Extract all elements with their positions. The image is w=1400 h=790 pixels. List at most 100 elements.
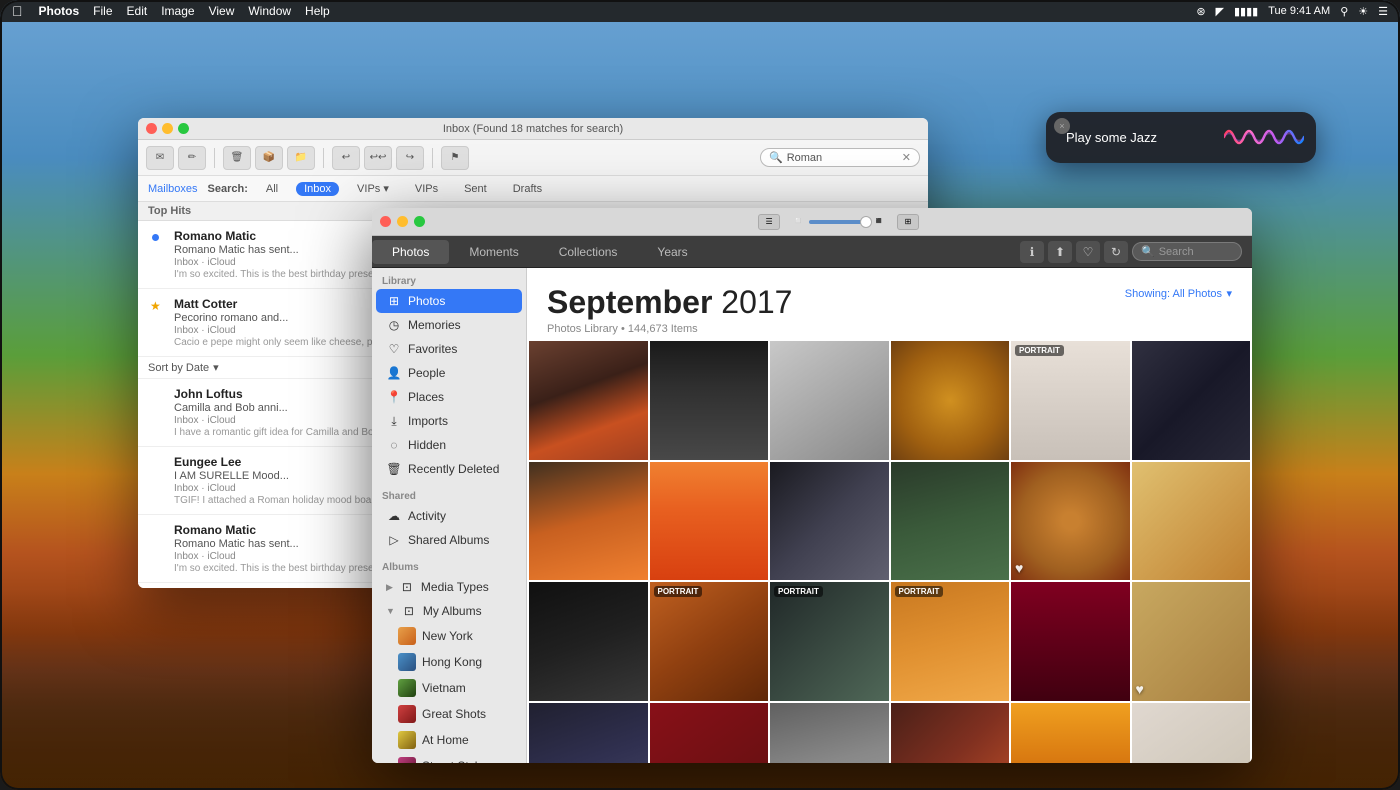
slider-track[interactable] (809, 220, 869, 224)
tab-collections[interactable]: Collections (539, 240, 638, 264)
photo-cell[interactable]: ♥ (891, 703, 1010, 764)
clear-search-button[interactable]: ✕ (902, 151, 911, 164)
photo-cell[interactable] (529, 462, 648, 581)
reply-button[interactable]: ↩ (332, 146, 360, 170)
move-button[interactable]: 📁 (287, 146, 315, 170)
photo-cell[interactable] (1132, 341, 1251, 460)
menubar-image[interactable]: Image (161, 4, 194, 18)
album-thumb-new-york (398, 627, 416, 645)
rotate-button[interactable]: ↻ (1104, 241, 1128, 263)
photo-cell[interactable] (650, 341, 769, 460)
reply-all-button[interactable]: ↩↩ (364, 146, 392, 170)
photo-cell[interactable]: ♥ (1011, 462, 1130, 581)
menubar-window[interactable]: Window (248, 4, 291, 18)
photo-cell[interactable]: portrait (650, 582, 769, 701)
menubar-file[interactable]: File (93, 4, 112, 18)
tab-photos[interactable]: Photos (372, 240, 449, 264)
delete-button[interactable]: 🗑 (223, 146, 251, 170)
photos-minimize-button[interactable] (397, 216, 408, 227)
maximize-button[interactable] (178, 123, 189, 134)
showing-label[interactable]: Showing: All Photos (1125, 288, 1222, 300)
sidebar-item-recently-deleted[interactable]: 🗑 Recently Deleted (376, 457, 522, 481)
share-button[interactable]: ⬆ (1048, 241, 1072, 263)
sidebar-item-places[interactable]: 📍 Places (376, 385, 522, 409)
photos-search-placeholder[interactable]: Search (1159, 246, 1194, 258)
photo-cell[interactable]: portrait (891, 582, 1010, 701)
photo-cell[interactable]: portrait (1011, 341, 1130, 460)
sidebar-item-hidden[interactable]: ◌ Hidden (376, 433, 522, 457)
sidebar-item-new-york[interactable]: New York (376, 623, 522, 649)
sidebar-item-photos[interactable]: ⊞ Photos (376, 289, 522, 313)
tab-moments[interactable]: Moments (449, 240, 538, 264)
menubar-edit[interactable]: Edit (127, 4, 148, 18)
archive-button[interactable]: 📦 (255, 146, 283, 170)
photo-cell[interactable] (1132, 703, 1251, 764)
mail-search-value[interactable]: Roman (787, 152, 822, 164)
photos-close-button[interactable] (380, 216, 391, 227)
forward-button[interactable]: ↪ (396, 146, 424, 170)
sidebar-item-shared-albums[interactable]: ▷ Shared Albums (376, 528, 522, 552)
menubar-view[interactable]: View (209, 4, 235, 18)
photo-cell[interactable] (529, 703, 648, 764)
photo-cell[interactable] (529, 341, 648, 460)
photo-cell[interactable] (770, 462, 889, 581)
sidebar-toggle-button[interactable]: ☰ (758, 214, 780, 230)
photo-cell[interactable]: portrait (770, 582, 889, 701)
filter-sent[interactable]: VIPs (407, 182, 446, 196)
apple-logo-icon[interactable]:  (12, 3, 23, 19)
user-icon[interactable]: ☀ (1358, 5, 1368, 18)
photo-cell[interactable] (891, 341, 1010, 460)
filter-vips[interactable]: VIPs ▾ (349, 181, 397, 196)
sidebar-item-activity[interactable]: ☁ Activity (376, 504, 522, 528)
photo-cell[interactable] (1011, 582, 1130, 701)
filter-flagged[interactable]: Drafts (505, 182, 550, 196)
photo-cell[interactable] (1011, 703, 1130, 764)
sidebar-item-my-albums[interactable]: ▼ ⊡ My Albums (376, 599, 522, 623)
heart-button[interactable]: ♡ (1076, 241, 1100, 263)
sidebar-item-hidden-label: Hidden (408, 438, 446, 452)
filter-all[interactable]: All (258, 182, 286, 196)
photo-cell[interactable] (770, 703, 889, 764)
sidebar-item-memories[interactable]: ◷ Memories (376, 313, 522, 337)
close-button[interactable] (146, 123, 157, 134)
sidebar-item-great-shots[interactable]: Great Shots (376, 701, 522, 727)
sort-label[interactable]: Sort by Date (148, 362, 209, 374)
minimize-button[interactable] (162, 123, 173, 134)
sidebar-item-imports[interactable]: ⤓ Imports (376, 409, 522, 433)
sidebar-item-media-types[interactable]: ▶ ⊡ Media Types (376, 575, 522, 599)
photo-cell[interactable] (650, 703, 769, 764)
slider-thumb[interactable] (860, 216, 872, 228)
menubar-app-name[interactable]: Photos (39, 4, 80, 18)
photo-cell[interactable]: ♥ (1132, 582, 1251, 701)
sidebar-item-vietnam[interactable]: Vietnam (376, 675, 522, 701)
photo-cell[interactable] (770, 341, 889, 460)
photo-cell[interactable] (1132, 462, 1251, 581)
siri-close-button[interactable]: × (1054, 118, 1070, 134)
info-button[interactable]: ℹ (1020, 241, 1044, 263)
search-icon[interactable]: ⚲ (1340, 5, 1348, 18)
compose-button[interactable]: ✉ (146, 146, 174, 170)
flag-button[interactable]: ⚑ (441, 146, 469, 170)
photo-cell[interactable] (529, 582, 648, 701)
sidebar-item-people[interactable]: 👤 People (376, 361, 522, 385)
new-message-button[interactable]: ✏ (178, 146, 206, 170)
filter-drafts[interactable]: Sent (456, 182, 495, 196)
mail-sender: Matt Cotter (174, 297, 237, 311)
sidebar-item-at-home[interactable]: At Home (376, 727, 522, 753)
mail-search-bar[interactable]: 🔍 Roman ✕ (760, 148, 920, 167)
photo-cell[interactable] (650, 462, 769, 581)
zoom-slider[interactable]: ◽ ◾ (792, 216, 885, 227)
sidebar-item-hong-kong[interactable]: Hong Kong (376, 649, 522, 675)
photo-cell[interactable] (891, 462, 1010, 581)
photos-search-bar[interactable]: 🔍 Search (1132, 242, 1242, 261)
photos-show-select[interactable]: Showing: All Photos ▾ (1125, 284, 1232, 302)
split-view-button[interactable]: ⊞ (897, 214, 919, 230)
menubar-help[interactable]: Help (305, 4, 330, 18)
sidebar-item-favorites[interactable]: ♡ Favorites (376, 337, 522, 361)
menu-icon[interactable]: ☰ (1378, 5, 1388, 18)
photos-maximize-button[interactable] (414, 216, 425, 227)
tab-years[interactable]: Years (637, 240, 707, 264)
filter-inbox[interactable]: Inbox (296, 182, 339, 196)
sidebar-item-street-style[interactable]: Street Style (376, 753, 522, 763)
mailboxes-label[interactable]: Mailboxes (148, 183, 198, 195)
